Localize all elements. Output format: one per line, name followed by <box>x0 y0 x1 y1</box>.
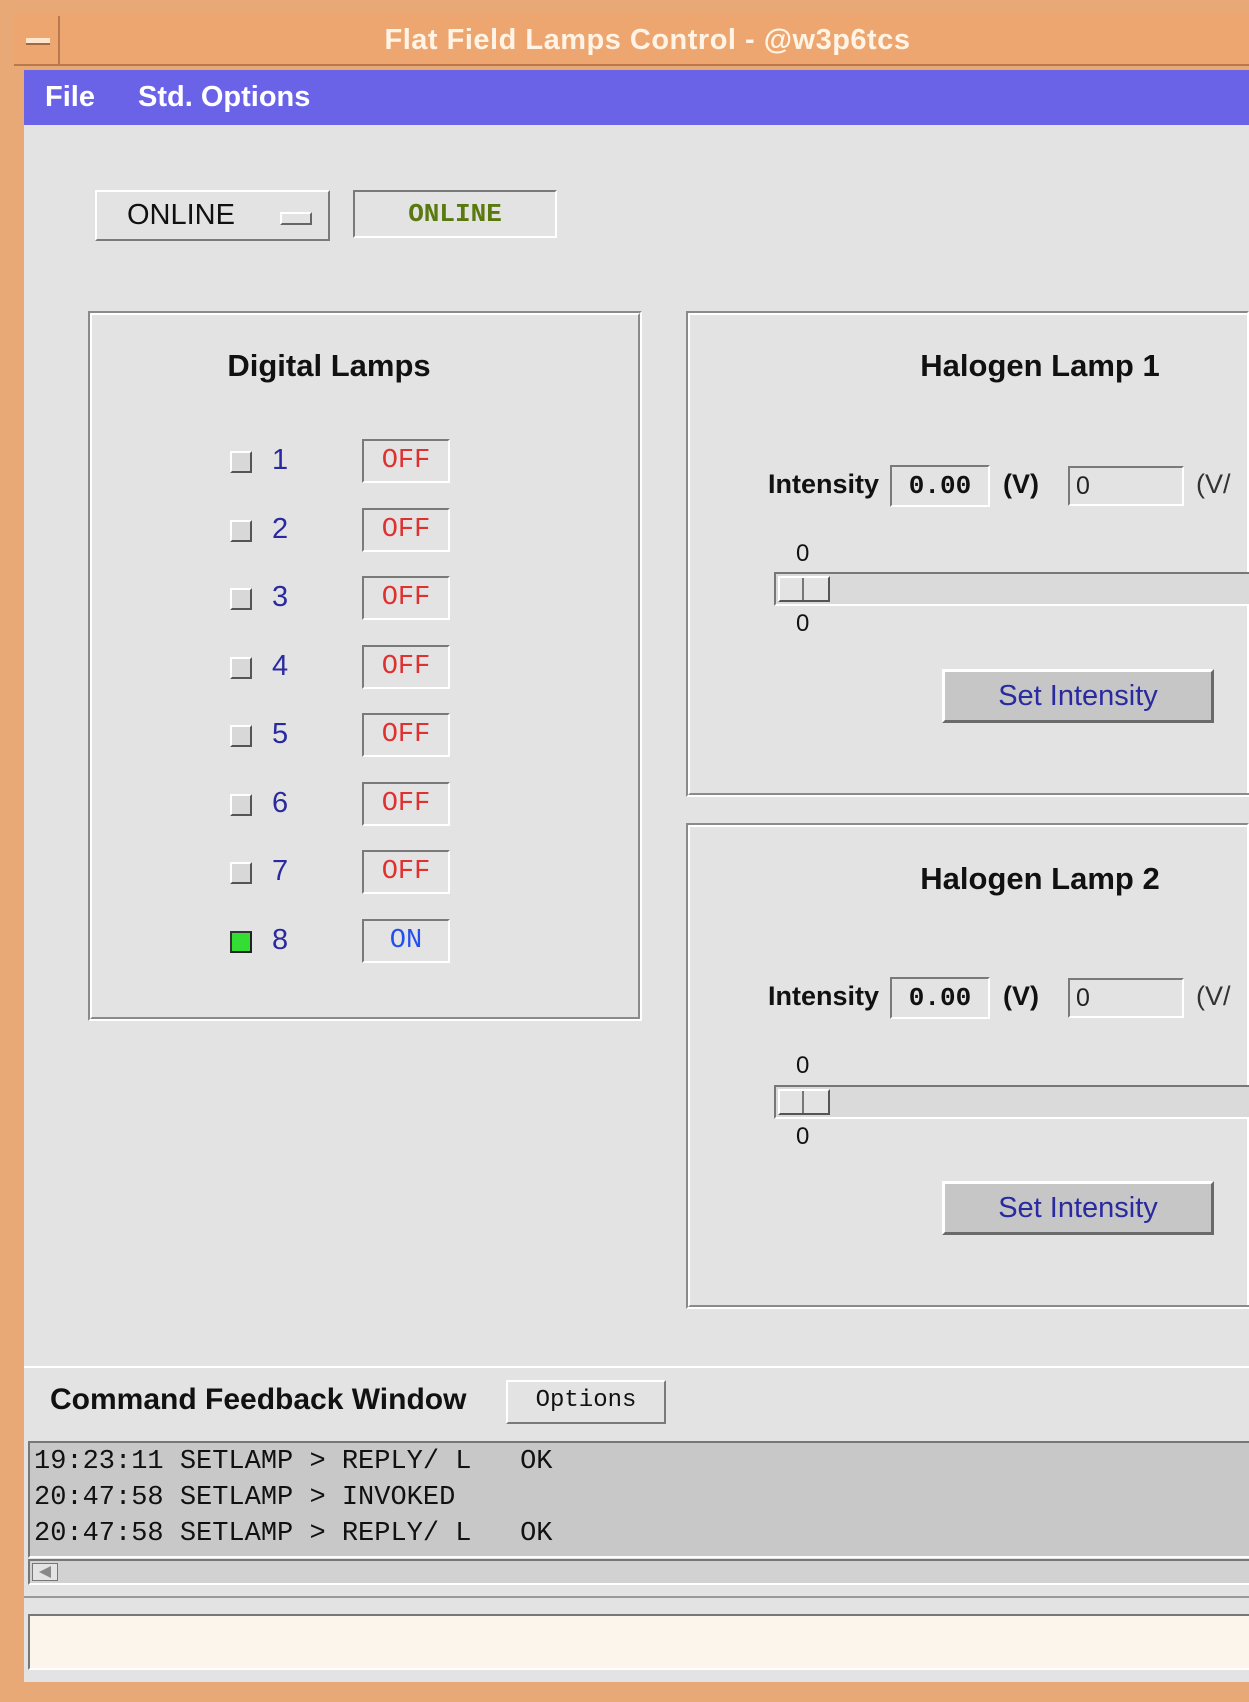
halogen1-intensity-input[interactable]: 0 <box>1068 466 1184 506</box>
halogen2-intensity-value: 0.00 <box>890 977 990 1019</box>
option-menu-indicator-icon <box>280 212 312 225</box>
scroll-left-arrow-icon[interactable] <box>32 1563 58 1581</box>
lamp-8-label: 8 <box>272 923 289 956</box>
lamp-8-checkbox[interactable] <box>230 930 252 953</box>
command-input[interactable] <box>28 1614 1249 1670</box>
feedback-hscrollbar[interactable] <box>28 1559 1249 1585</box>
lamp-3-checkbox[interactable] <box>230 588 252 610</box>
lamp-5-state: OFF <box>362 713 450 757</box>
lamp-5-checkbox[interactable] <box>230 725 252 747</box>
halogen2-set-intensity-button[interactable]: Set Intensity <box>942 1181 1214 1235</box>
halogen-lamp-2-title: Halogen Lamp 2 <box>920 861 1160 896</box>
lamp-6-label: 6 <box>272 786 289 819</box>
lamp-6-checkbox[interactable] <box>230 793 252 816</box>
halogen-lamp-1-title: Halogen Lamp 1 <box>920 348 1160 383</box>
lamp-4-label: 4 <box>272 649 289 682</box>
menu-std-options[interactable]: Std. Options <box>138 70 310 125</box>
mode-select-value: ONLINE <box>127 199 235 231</box>
halogen2-intensity-label: Intensity <box>768 981 880 1011</box>
menu-file[interactable]: File <box>45 70 95 125</box>
halogen2-slider-value: 0 <box>796 1052 810 1079</box>
lamp-7-checkbox[interactable] <box>230 862 252 884</box>
lamp-2-checkbox[interactable] <box>230 519 252 542</box>
lamp-1-state: OFF <box>362 439 450 483</box>
lamp-2-label: 2 <box>272 512 289 545</box>
lamp-8-state: ON <box>362 918 450 963</box>
lamp-3-state: OFF <box>362 576 450 620</box>
window-title: Flat Field Lamps Control - @w3p6tcs <box>384 24 911 56</box>
halogen1-intensity-label: Intensity <box>768 469 880 499</box>
halogen1-input-unit: (V/ <box>1196 469 1231 499</box>
lamp-6-state: OFF <box>362 781 450 826</box>
lamp-7-label: 7 <box>272 855 289 887</box>
entry-separator <box>24 1596 1249 1598</box>
halogen1-slider-thumb[interactable] <box>778 576 830 602</box>
halogen1-slider-value: 0 <box>796 540 810 567</box>
halogen1-slider[interactable] <box>774 572 1249 606</box>
feedback-options-button[interactable]: Options <box>506 1380 666 1424</box>
lamp-5-label: 5 <box>272 718 289 750</box>
lamp-3-label: 3 <box>272 581 289 613</box>
window-menu-button[interactable] <box>16 16 60 64</box>
feedback-log[interactable]: 19:23:11 SETLAMP > REPLY/ L OK 20:47:58 S… <box>28 1441 1249 1558</box>
halogen1-intensity-value: 0.00 <box>890 465 990 507</box>
lamp-1-label: 1 <box>272 444 289 476</box>
log-line: 19:23:11 SETLAMP > REPLY/ L OK <box>34 1447 553 1477</box>
lamp-7-state: OFF <box>362 850 450 894</box>
lamp-4-checkbox[interactable] <box>230 656 252 679</box>
halogen2-slider[interactable] <box>774 1085 1249 1119</box>
lamp-4-state: OFF <box>362 644 450 689</box>
halogen2-unit: (V) <box>1003 981 1039 1011</box>
window-menu-icon <box>26 38 50 45</box>
digital-lamps-title: Digital Lamps <box>227 348 431 383</box>
log-line: 20:47:58 SETLAMP > INVOKED <box>34 1483 456 1513</box>
halogen1-unit: (V) <box>1003 469 1039 499</box>
lamp-1-checkbox[interactable] <box>230 451 252 473</box>
mode-select[interactable]: ONLINE <box>95 190 330 241</box>
halogen1-set-intensity-button[interactable]: Set Intensity <box>942 669 1214 723</box>
lamp-2-state: OFF <box>362 507 450 552</box>
halogen2-slider-min: 0 <box>796 1123 810 1150</box>
halogen2-slider-thumb[interactable] <box>778 1089 830 1115</box>
halogen2-input-unit: (V/ <box>1196 981 1231 1011</box>
status-indicator: ONLINE <box>353 190 557 238</box>
halogen1-slider-min: 0 <box>796 610 810 637</box>
feedback-title: Command Feedback Window <box>50 1383 467 1416</box>
halogen2-intensity-input[interactable]: 0 <box>1068 978 1184 1018</box>
feedback-separator <box>24 1366 1249 1368</box>
log-line: 20:47:58 SETLAMP > REPLY/ L OK <box>34 1519 553 1549</box>
